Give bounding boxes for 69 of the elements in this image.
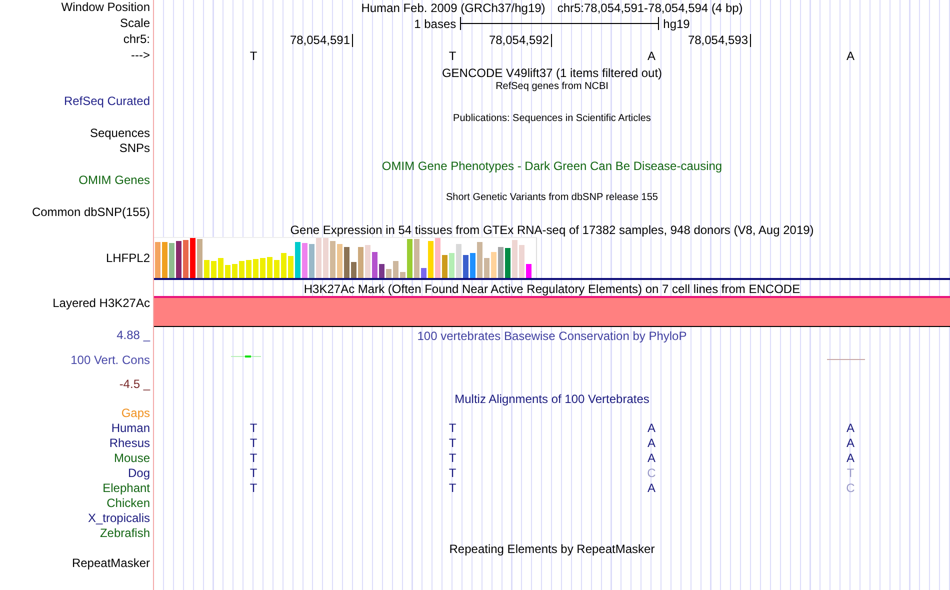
base-letter: T (250, 436, 258, 451)
row-label: Scale (120, 16, 150, 31)
base-letter: A (647, 421, 656, 436)
base-letter: T (250, 421, 258, 436)
tick-mark (352, 34, 353, 46)
species-label[interactable]: Elephant (102, 481, 150, 496)
base-letter: A (647, 436, 656, 451)
track-title[interactable]: Multiz Alignments of 100 Vertebrates (454, 392, 650, 406)
track-label[interactable]: Sequences (90, 126, 150, 141)
base-letter: T (250, 466, 258, 481)
track-label[interactable]: SNPs (119, 141, 150, 156)
base-letter: A (647, 481, 656, 496)
track-title[interactable]: RefSeq genes from NCBI (496, 81, 608, 92)
coordinate-label: 78,054,593 (688, 33, 748, 47)
base-letter: T (250, 451, 258, 466)
base-letter: T (448, 466, 456, 481)
species-label[interactable]: Rhesus (109, 436, 150, 451)
base-letter: T (846, 466, 854, 481)
track-label[interactable]: RefSeq Curated (64, 94, 150, 109)
base-letter: C (846, 481, 855, 496)
track-title[interactable]: Publications: Sequences in Scientific Articles (453, 113, 651, 124)
base-letter: T (250, 48, 258, 64)
base-letter: A (846, 421, 854, 436)
track-title[interactable]: OMIM Gene Phenotypes - Dark Green Can Be Disease-causing (382, 159, 722, 173)
track-title[interactable]: GENCODE V49lift37 (1 items filtered out) (442, 66, 662, 80)
species-label[interactable]: Chicken (106, 496, 150, 511)
track-label[interactable]: 100 Vert. Cons (70, 352, 150, 368)
axis-min-label: -4.5 _ (119, 377, 150, 392)
row-label: chr5: (123, 32, 150, 47)
base-letter: A (647, 48, 656, 64)
track-label[interactable]: LHFPL2 (106, 237, 150, 279)
base-letter: A (846, 436, 854, 451)
track-title[interactable]: 100 vertebrates Basewise Conservation by PhyloP (417, 329, 687, 343)
base-letter: T (448, 481, 456, 496)
species-label[interactable]: Dog (128, 466, 150, 481)
axis-max-label: 4.88 _ (116, 328, 150, 343)
base-letter: A (647, 451, 656, 466)
track-label[interactable]: RepeatMasker (72, 556, 150, 571)
species-label[interactable]: Zebrafish (100, 526, 150, 541)
scale-text: 1 bases (414, 16, 456, 30)
track-title[interactable]: H3K27Ac Mark (Often Found Near Active Regulatory Elements) on 7 cell lines from ENCODE (304, 282, 800, 296)
strand-label: ---> (131, 48, 150, 63)
tick-mark (750, 34, 751, 46)
species-label[interactable]: Mouse (114, 451, 150, 466)
base-letter: A (846, 48, 854, 64)
assembly-text: hg19 (663, 16, 690, 30)
coordinate-label: 78,054,591 (290, 33, 350, 47)
track-title[interactable]: Gene Expression in 54 tissues from GTEx RNA-seq of 17382 samples, 948 donors (V8, Aug 2019) (290, 223, 814, 237)
position-text: chr5:78,054,591-78,054,594 (4 bp) (557, 0, 743, 14)
conservation-mark (231, 355, 261, 358)
tick-mark (551, 34, 552, 46)
track-title[interactable]: Short Genetic Variants from dbSNP release 155 (446, 192, 658, 203)
base-letter: T (448, 421, 456, 436)
coordinate-label: 78,054,592 (488, 33, 549, 47)
base-letter: T (448, 436, 456, 451)
track-label[interactable]: Common dbSNP(155) (32, 205, 150, 220)
track-label[interactable]: Layered H3K27Ac (52, 296, 150, 311)
base-letter: A (846, 451, 854, 466)
species-label[interactable]: X_tropicalis (88, 511, 150, 526)
base-letter: C (647, 466, 656, 481)
species-label[interactable]: Human (111, 421, 150, 436)
base-letter: T (448, 48, 456, 64)
assembly-text: Human Feb. 2009 (GRCh37/hg19) (361, 0, 546, 14)
track-label[interactable]: OMIM Genes (78, 173, 150, 188)
base-letter: T (250, 481, 258, 496)
conservation-mark (827, 359, 865, 360)
track-title[interactable]: Repeating Elements by RepeatMasker (449, 542, 655, 556)
base-letter: T (448, 451, 456, 466)
row-label: Window Position (61, 0, 150, 15)
